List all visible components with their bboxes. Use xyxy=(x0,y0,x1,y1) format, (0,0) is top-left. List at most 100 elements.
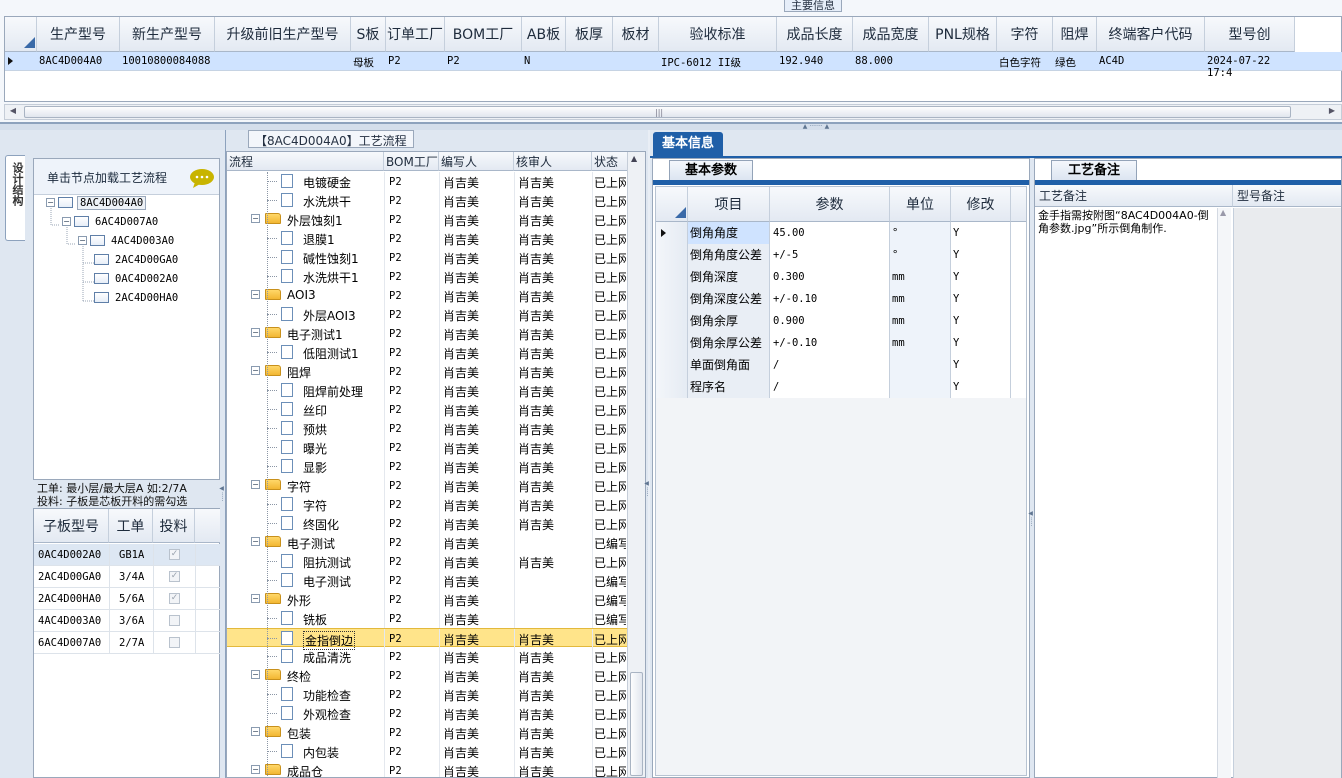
table-row[interactable]: 阻焊前处理 P2 肖吉美 肖吉美 已上网 xyxy=(227,381,627,400)
table-row[interactable]: − 包装 P2 肖吉美 肖吉美 已上网 xyxy=(227,723,627,742)
column-header[interactable]: 修改 xyxy=(951,187,1011,222)
column-header[interactable]: 字符 xyxy=(997,17,1053,52)
table-row[interactable]: − 终检 P2 肖吉美 肖吉美 已上网 xyxy=(227,666,627,685)
param-value[interactable]: +/-0.10 xyxy=(770,288,890,310)
table-row[interactable]: 倒角余厚 0.900 mm Y xyxy=(656,310,1026,332)
table-row[interactable]: − 电子测试1 P2 肖吉美 肖吉美 已上网 xyxy=(227,324,627,343)
table-row[interactable]: − AOI3 P2 肖吉美 肖吉美 已上网 xyxy=(227,286,627,305)
column-header[interactable]: 子板型号 xyxy=(34,509,109,543)
process-vertical-scrollbar[interactable]: ▲ xyxy=(627,152,645,777)
param-value[interactable]: 0.900 xyxy=(770,310,890,332)
table-row[interactable]: 成品清洗 P2 肖吉美 肖吉美 已上网 xyxy=(227,647,627,666)
expand-toggle-icon[interactable]: − xyxy=(78,236,87,245)
column-header[interactable]: 工单 xyxy=(109,509,153,543)
expand-toggle-icon[interactable]: − xyxy=(46,198,55,207)
table-row[interactable]: 2AC4D00HA0 5/6A ✓ xyxy=(34,588,220,610)
table-row[interactable]: 外观检查 P2 肖吉美 肖吉美 已上网 xyxy=(227,704,627,723)
table-row[interactable]: 丝印 P2 肖吉美 肖吉美 已上网 xyxy=(227,400,627,419)
table-row[interactable]: 6AC4D007A0 2/7A xyxy=(34,632,220,654)
column-header[interactable]: 编写人 xyxy=(439,152,514,171)
table-row[interactable]: 倒角深度公差 +/-0.10 mm Y xyxy=(656,288,1026,310)
param-value[interactable]: 0.300 xyxy=(770,266,890,288)
feed-checkbox[interactable]: ✓ xyxy=(169,549,180,560)
row-header[interactable] xyxy=(656,288,688,310)
tree-node[interactable]: 2AC4D00HA0 xyxy=(94,290,180,306)
table-row[interactable]: 字符 P2 肖吉美 肖吉美 已上网 xyxy=(227,495,627,514)
expand-toggle-icon[interactable]: − xyxy=(62,217,71,226)
row-header[interactable] xyxy=(656,266,688,288)
expand-toggle-icon[interactable]: − xyxy=(251,727,260,736)
table-row[interactable]: 退膜1 P2 肖吉美 肖吉美 已上网 xyxy=(227,229,627,248)
column-header[interactable]: 项目 xyxy=(688,187,770,222)
table-row[interactable]: 内包装 P2 肖吉美 肖吉美 已上网 xyxy=(227,742,627,761)
table-row[interactable]: − 字符 P2 肖吉美 肖吉美 已上网 xyxy=(227,476,627,495)
row-header[interactable] xyxy=(656,376,688,398)
param-value[interactable]: / xyxy=(770,376,890,398)
row-header[interactable] xyxy=(656,310,688,332)
column-header[interactable]: 成品长度 xyxy=(777,17,853,52)
param-modify[interactable]: Y xyxy=(951,266,1011,288)
table-row[interactable]: 水洗烘干 P2 肖吉美 肖吉美 已上网 xyxy=(227,191,627,210)
param-modify[interactable]: Y xyxy=(951,376,1011,398)
table-row[interactable]: 电镀硬金 P2 肖吉美 肖吉美 已上网 xyxy=(227,172,627,191)
column-header[interactable]: BOM工厂 xyxy=(384,152,439,171)
remarks-scroll-up[interactable]: ▲ xyxy=(1220,208,1226,217)
left-splitter-grip[interactable]: ◀····· xyxy=(218,485,225,525)
speech-bubble-icon[interactable] xyxy=(189,167,215,189)
param-modify[interactable]: Y xyxy=(951,310,1011,332)
scroll-left-button[interactable]: ◀ xyxy=(6,106,20,118)
table-row[interactable]: 阻抗测试 P2 肖吉美 肖吉美 已上网 xyxy=(227,552,627,571)
column-header[interactable]: 投料 xyxy=(153,509,195,543)
table-row[interactable]: 4AC4D003A0 3/6A xyxy=(34,610,220,632)
column-header[interactable]: 流程 xyxy=(227,152,384,171)
param-value[interactable]: +/-5 xyxy=(770,244,890,266)
expand-toggle-icon[interactable]: − xyxy=(251,290,260,299)
table-row[interactable]: 单面倒角面 / Y xyxy=(656,354,1026,376)
column-header[interactable]: 板材 xyxy=(613,17,659,52)
feed-checkbox[interactable]: ✓ xyxy=(169,571,180,582)
row-header[interactable] xyxy=(656,332,688,354)
table-row[interactable]: 水洗烘干1 P2 肖吉美 肖吉美 已上网 xyxy=(227,267,627,286)
table-row[interactable]: 低阻测试1 P2 肖吉美 肖吉美 已上网 xyxy=(227,343,627,362)
column-header[interactable]: 单位 xyxy=(890,187,951,222)
column-header[interactable]: 参数 xyxy=(770,187,890,222)
table-row[interactable]: 2AC4D00GA0 3/4A ✓ xyxy=(34,566,220,588)
table-row[interactable]: 金指倒边P2肖吉美肖吉美已上网 xyxy=(227,628,627,650)
table-row[interactable]: 倒角余厚公差 +/-0.10 mm Y xyxy=(656,332,1026,354)
feed-checkbox[interactable] xyxy=(169,615,180,626)
param-value[interactable]: +/-0.10 xyxy=(770,332,890,354)
table-row[interactable]: 0AC4D002A0 GB1A ✓ xyxy=(34,544,220,566)
expand-toggle-icon[interactable]: − xyxy=(251,480,260,489)
column-header[interactable]: 验收标准 xyxy=(659,17,777,52)
table-row[interactable]: 曝光 P2 肖吉美 肖吉美 已上网 xyxy=(227,438,627,457)
tree-node[interactable]: − 8AC4D004A0 xyxy=(46,195,147,211)
table-row[interactable]: 电子测试 P2 肖吉美 已编写 xyxy=(227,571,627,590)
remarks-text[interactable]: 金手指需按附图“8AC4D004A0-倒角参数.jpg”所示倒角制作. xyxy=(1038,209,1216,235)
feed-checkbox[interactable]: ✓ xyxy=(169,593,180,604)
row-header[interactable] xyxy=(656,354,688,376)
param-modify[interactable]: Y xyxy=(951,288,1011,310)
scroll-thumb[interactable]: ||| xyxy=(24,106,1291,118)
param-value[interactable]: 45.00 xyxy=(770,222,890,244)
expand-toggle-icon[interactable]: − xyxy=(251,670,260,679)
table-row[interactable]: 预烘 P2 肖吉美 肖吉美 已上网 xyxy=(227,419,627,438)
table-row[interactable]: 显影 P2 肖吉美 肖吉美 已上网 xyxy=(227,457,627,476)
column-header[interactable]: PNL规格 xyxy=(929,17,997,52)
column-header[interactable]: AB板 xyxy=(522,17,566,52)
scroll-up-button[interactable]: ▲ xyxy=(631,154,637,163)
table-row[interactable]: − 电子测试 P2 肖吉美 已编写 xyxy=(227,533,627,552)
column-header[interactable]: 阻焊 xyxy=(1053,17,1097,52)
tree-node[interactable]: − 4AC4D003A0 xyxy=(78,233,176,249)
model-remarks-area[interactable] xyxy=(1233,208,1341,778)
tree-node[interactable]: − 6AC4D007A0 xyxy=(62,214,160,230)
table-row[interactable]: 倒角角度 45.00 ° Y xyxy=(656,222,1026,244)
table-row[interactable]: 铣板 P2 肖吉美 已编写 xyxy=(227,609,627,628)
expand-toggle-icon[interactable]: − xyxy=(251,594,260,603)
tree-node[interactable]: 0AC4D002A0 xyxy=(94,271,180,287)
horizontal-scrollbar[interactable]: ◀ ||| ▶ xyxy=(4,104,1342,120)
expand-toggle-icon[interactable]: − xyxy=(251,537,260,546)
table-row[interactable]: 外层AOI3 P2 肖吉美 肖吉美 已上网 xyxy=(227,305,627,324)
table-row[interactable]: 功能检查 P2 肖吉美 肖吉美 已上网 xyxy=(227,685,627,704)
table-row[interactable]: 程序名 / Y xyxy=(656,376,1026,398)
process-scroll-thumb[interactable] xyxy=(630,672,643,776)
